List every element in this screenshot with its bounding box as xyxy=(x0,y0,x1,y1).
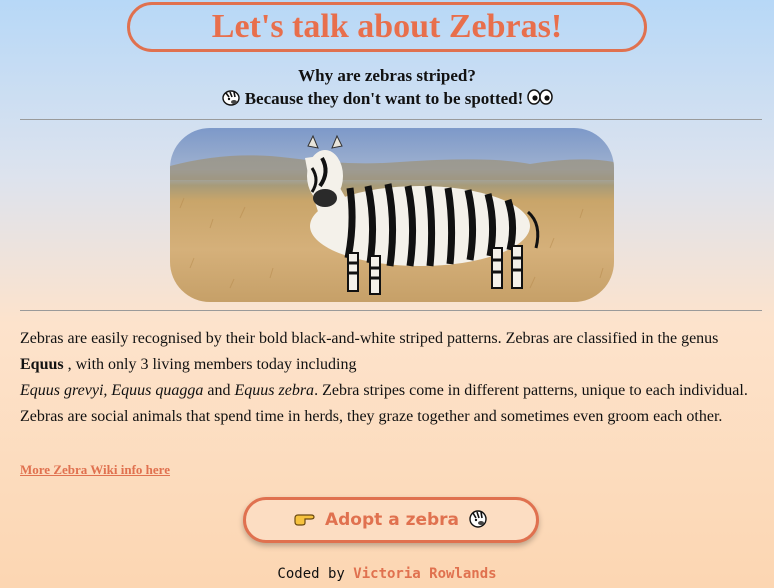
genus-name: Equus xyxy=(20,356,64,373)
description-text-1: Zebras are easily recognised by their bo… xyxy=(20,330,719,347)
pointing-hand-icon xyxy=(293,509,317,532)
divider-top xyxy=(20,119,762,120)
adopt-zebra-button[interactable]: Adopt a zebra xyxy=(243,497,539,543)
species-quagga: Equus quagga xyxy=(111,382,204,399)
eyes-icon xyxy=(526,88,554,110)
footer-prefix: Coded by xyxy=(277,566,345,582)
joke-question: Why are zebras striped? xyxy=(298,66,476,85)
divider-bottom xyxy=(20,310,762,311)
species-grevyi: Equus grevyi, xyxy=(20,382,108,399)
description-and: and xyxy=(203,382,235,399)
adopt-zebra-label: Adopt a zebra xyxy=(324,510,460,530)
zebra-photo xyxy=(170,128,614,302)
page-title: Let's talk about Zebras! xyxy=(127,2,647,52)
zebra-face-icon xyxy=(220,88,242,110)
joke-answer: Because they don't want to be spotted! xyxy=(244,89,524,108)
zebra-description: Zebras are easily recognised by their bo… xyxy=(20,326,762,430)
zebra-face-icon xyxy=(467,508,489,533)
joke-answer-row: Because they don't want to be spotted! xyxy=(0,88,774,110)
footer-author: Victoria Rowlands xyxy=(353,566,497,582)
species-zebra: Equus zebra xyxy=(234,382,315,399)
footer-credit: Coded by Victoria Rowlands xyxy=(0,566,774,582)
description-text-2: , with only 3 living members today inclu… xyxy=(63,356,357,373)
wiki-link[interactable]: More Zebra Wiki info here xyxy=(20,462,170,478)
zebra-figure xyxy=(305,134,540,295)
